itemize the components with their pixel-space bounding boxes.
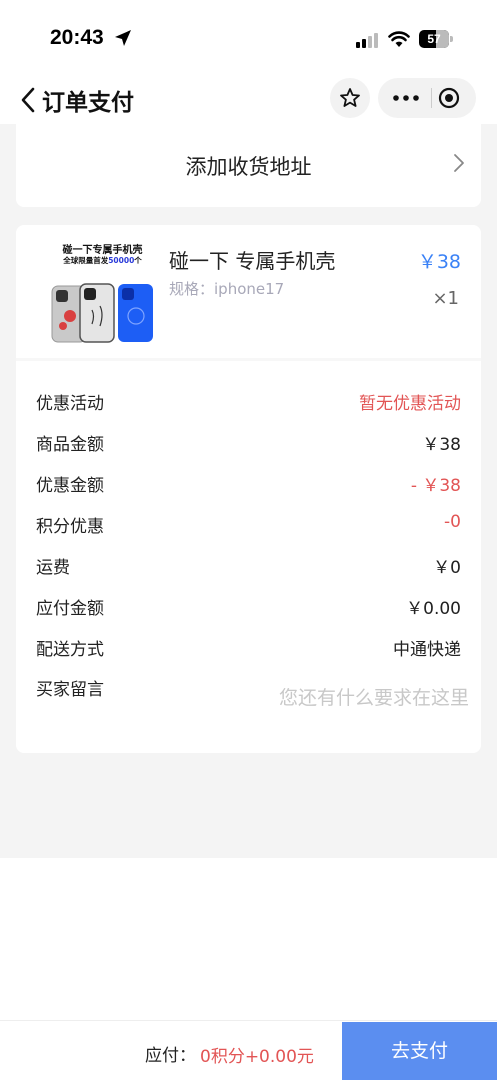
- add-address-label: 添加收货地址: [185, 155, 312, 179]
- status-time: 20:43: [50, 26, 104, 49]
- summary-row-goods-amount: 商品金额 ￥38: [36, 430, 461, 456]
- phone-case-illustration: [51, 283, 153, 343]
- summary-value: ￥38: [422, 435, 461, 455]
- signal-icon: [356, 33, 378, 48]
- summary-row-points-discount: 积分优惠 -0: [36, 512, 461, 538]
- message-label: 买家留言: [36, 680, 104, 700]
- payable-amount: 0积分+0.00元: [200, 1047, 314, 1067]
- divider: [16, 358, 481, 361]
- summary-value: 暂无优惠活动: [359, 394, 461, 414]
- summary-row-delivery[interactable]: 配送方式 中通快递: [36, 635, 461, 661]
- product-quantity: ×1: [432, 288, 459, 309]
- battery-level: 57: [427, 32, 441, 46]
- summary-label: 优惠金额: [36, 476, 104, 496]
- summary-row-payable: 应付金额 ￥0.00: [36, 594, 461, 620]
- summary-value: ￥0: [433, 558, 461, 578]
- product-image-subtitle: 全球限量首发50000个: [63, 256, 142, 265]
- add-address-button[interactable]: 添加收货地址: [16, 124, 481, 207]
- nav-bar: 订单支付: [0, 78, 497, 124]
- summary-label: 应付金额: [36, 599, 104, 619]
- more-icon[interactable]: [390, 87, 422, 109]
- summary-row-message: 买家留言 您还有什么要求在这里: [36, 675, 469, 715]
- product-image-title: 碰一下专属手机壳: [62, 245, 143, 256]
- checkout-bar: 应付： 0积分+0.00元 去支付: [0, 1020, 497, 1080]
- summary-label: 配送方式: [36, 640, 104, 660]
- summary-row-shipping: 运费 ￥0: [36, 553, 461, 579]
- delivery-method-value[interactable]: 中通快递: [393, 635, 461, 660]
- payable-label: 应付：: [145, 1046, 196, 1066]
- chevron-right-icon: [454, 154, 464, 172]
- star-icon: [340, 88, 360, 107]
- summary-value: - ￥38: [410, 476, 461, 496]
- summary-value: ￥0.00: [406, 599, 461, 619]
- product-image: 碰一下专属手机壳 全球限量首发50000个: [44, 238, 161, 345]
- buyer-message-input[interactable]: 您还有什么要求在这里: [279, 683, 469, 710]
- page-title: 订单支付: [42, 90, 134, 116]
- summary-label: 商品金额: [36, 435, 104, 455]
- summary-label: 优惠活动: [36, 394, 104, 414]
- wifi-icon: [388, 31, 410, 47]
- close-circle-icon[interactable]: [438, 87, 460, 109]
- summary-row-promotion: 优惠活动 暂无优惠活动: [36, 389, 461, 415]
- battery-icon: 57: [419, 30, 453, 48]
- summary-value: -0: [444, 512, 461, 532]
- favorite-button[interactable]: [330, 78, 370, 118]
- product-spec: 规格：iphone17: [169, 280, 285, 298]
- capsule-divider: [431, 88, 432, 108]
- chevron-left-icon[interactable]: [18, 85, 38, 115]
- status-bar: 20:43 57: [0, 0, 497, 78]
- mini-program-capsule: [378, 78, 476, 118]
- summary-label: 积分优惠: [36, 517, 104, 537]
- summary-row-discount-amount: 优惠金额 - ￥38: [36, 471, 461, 497]
- product-name: 碰一下 专属手机壳: [169, 249, 336, 273]
- location-arrow-icon: [115, 30, 131, 46]
- product-price: ￥38: [417, 251, 461, 273]
- order-card: 碰一下专属手机壳 全球限量首发50000个 碰一下 专属手机壳 规格：iphon…: [16, 225, 481, 753]
- summary-label: 运费: [36, 558, 70, 578]
- pay-button[interactable]: 去支付: [342, 1022, 497, 1080]
